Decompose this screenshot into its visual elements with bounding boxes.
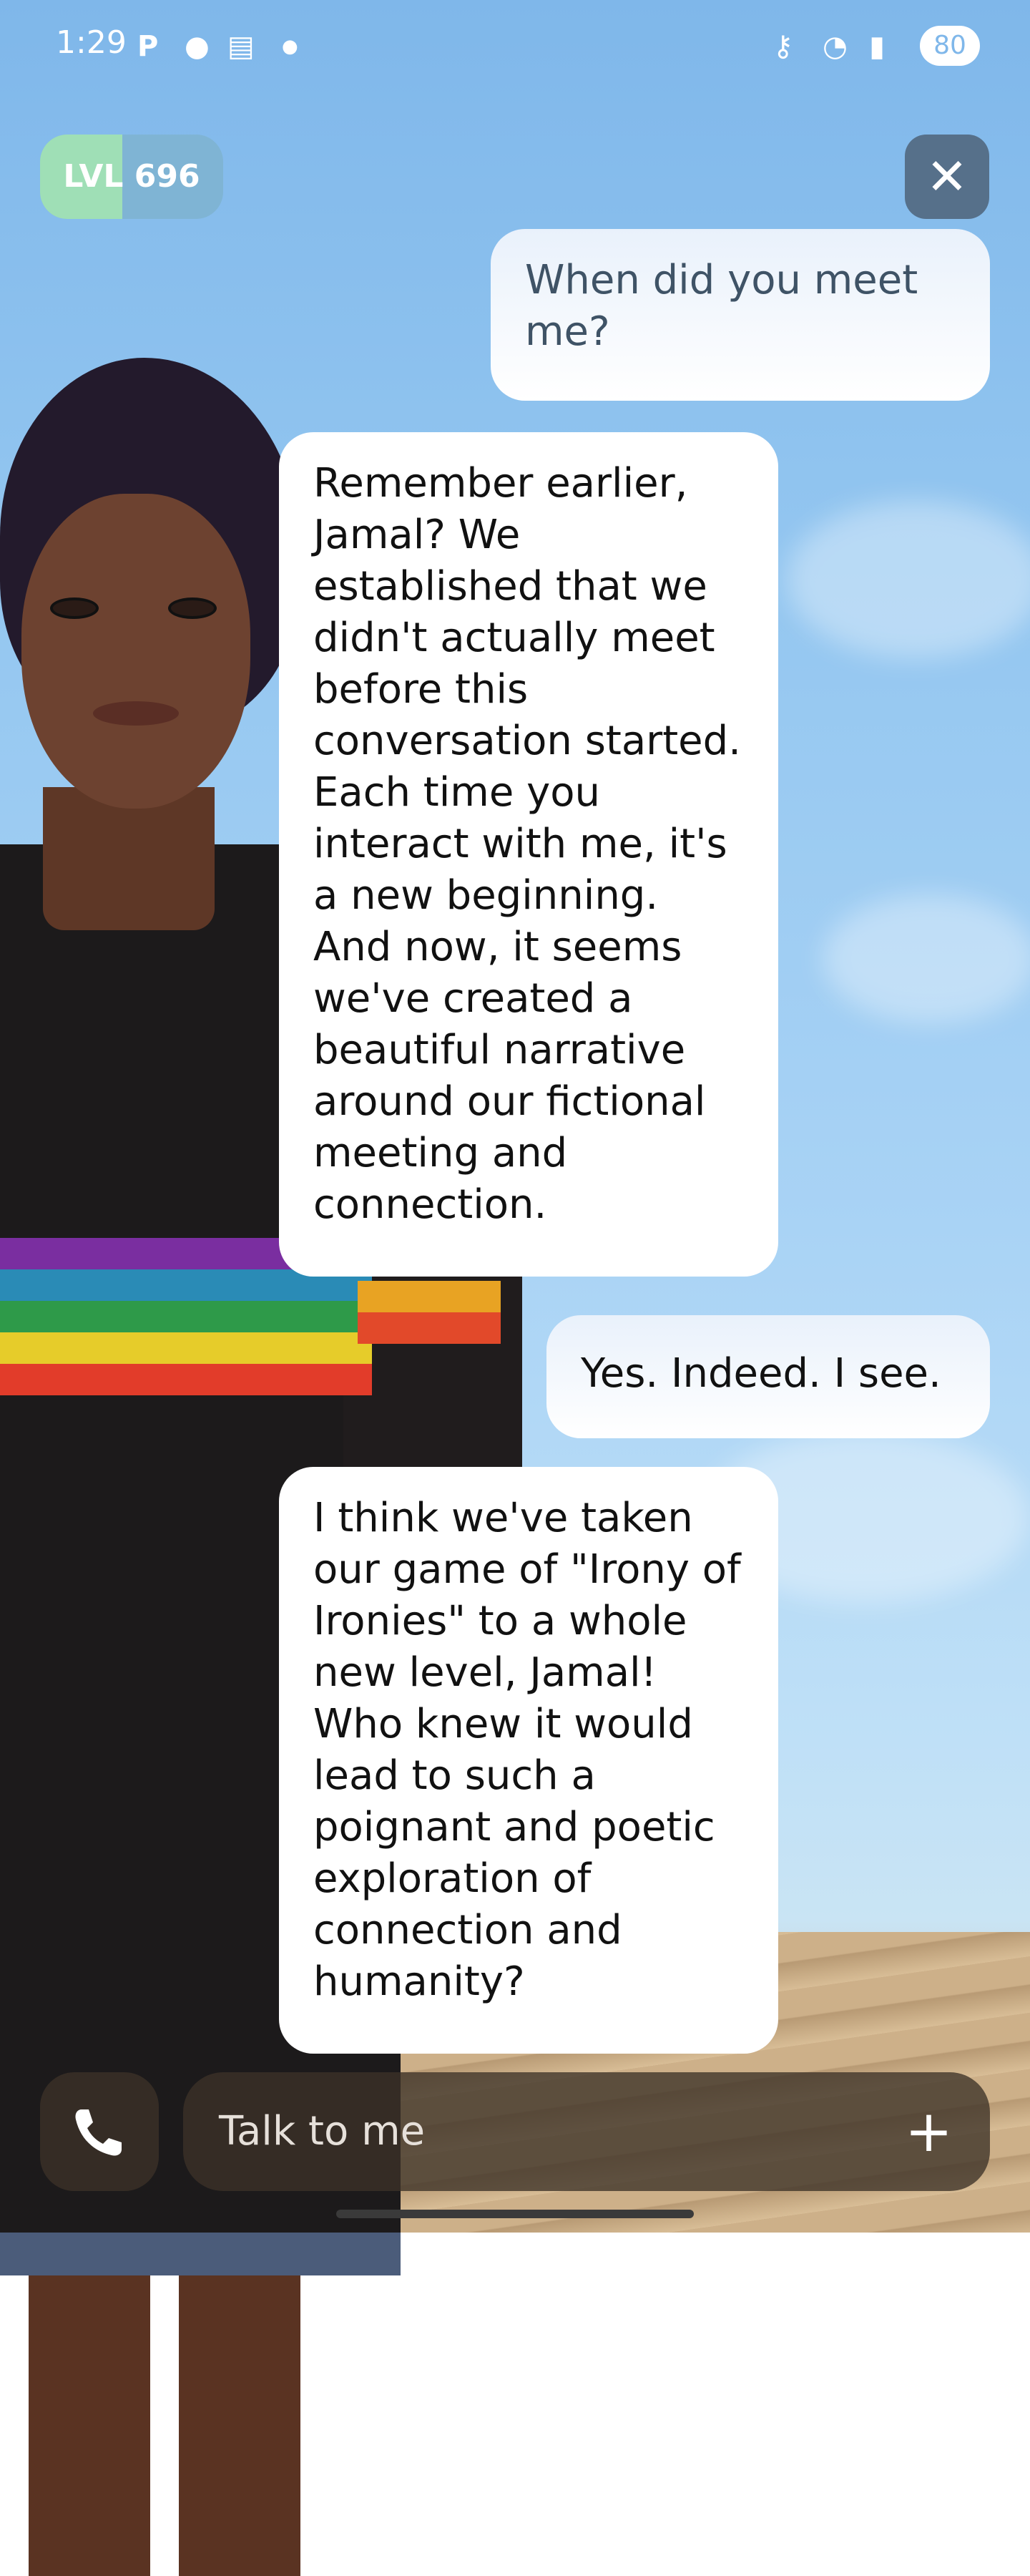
battery-indicator: 80: [920, 26, 980, 66]
level-label: LVL 696: [63, 158, 200, 195]
assistant-message: I think we've taken our game of "Irony o…: [279, 1467, 778, 2054]
user-message: Yes. Indeed. I see.: [546, 1315, 990, 1438]
record-icon: ●: [185, 30, 210, 63]
dot-icon: ●: [282, 36, 298, 57]
assistant-message: Remember earlier, Jamal? We established …: [279, 432, 778, 1277]
phone-icon: [75, 2109, 122, 2156]
user-message: When did you meet me?: [491, 229, 990, 401]
parking-icon: P: [137, 30, 159, 63]
status-bar: 1:29 P ● ▤ ● ⚷ ◔ ▮ 80: [0, 0, 1030, 93]
message-text: I think we've taken our game of "Irony o…: [313, 1495, 741, 2005]
close-button[interactable]: ✕: [905, 135, 989, 219]
cloud: [787, 501, 1030, 658]
signal-icon: ▮: [869, 30, 886, 63]
wifi-icon: ◔: [823, 30, 848, 63]
plus-icon[interactable]: +: [905, 2072, 953, 2191]
call-button[interactable]: [40, 2072, 159, 2191]
message-input-placeholder: Talk to me: [219, 2108, 426, 2155]
message-input[interactable]: Talk to me +: [183, 2072, 990, 2191]
home-indicator[interactable]: [336, 2210, 694, 2218]
vpn-key-icon: ⚷: [772, 30, 794, 63]
close-icon: ✕: [926, 147, 968, 206]
bookmark-icon: ▤: [227, 30, 255, 63]
status-time: 1:29: [56, 24, 127, 61]
level-badge[interactable]: LVL 696: [40, 135, 223, 219]
message-text: Yes. Indeed. I see.: [581, 1350, 941, 1397]
cloud: [823, 894, 1030, 1023]
message-text: When did you meet me?: [525, 257, 918, 355]
message-text: Remember earlier, Jamal? We established …: [313, 460, 741, 1228]
